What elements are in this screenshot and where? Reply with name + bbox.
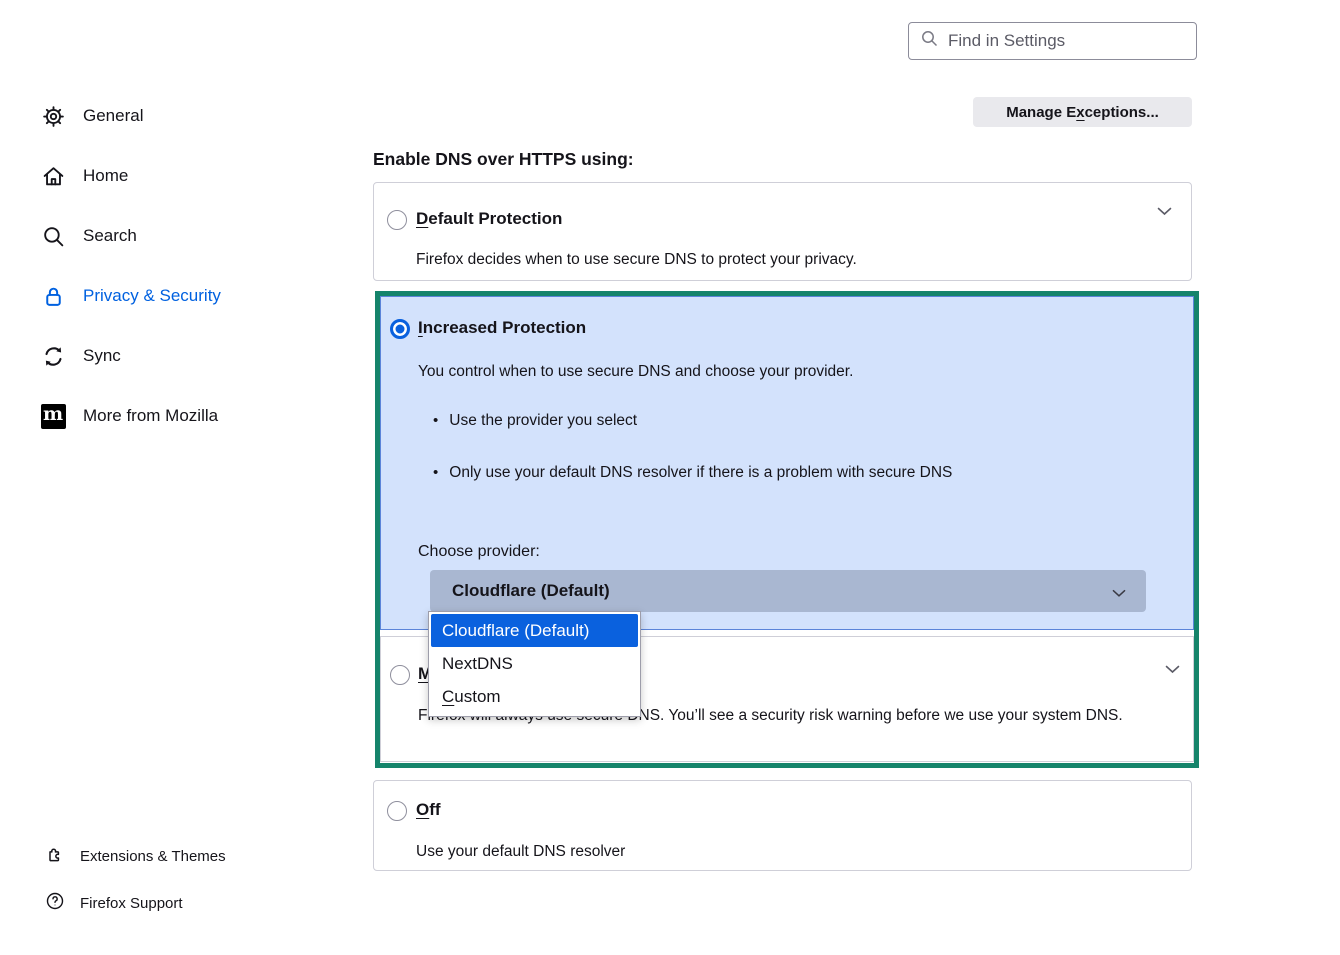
sidebar-item-privacy-security[interactable]: Privacy & Security [40,280,221,312]
radio-increased-protection[interactable] [390,319,410,339]
dropdown-option-cloudflare[interactable]: Cloudflare (Default) [431,614,638,647]
radio-max-protection[interactable] [390,665,410,685]
sidebar-label-search: Search [83,226,137,246]
puzzle-icon [45,844,65,868]
search-icon [40,223,66,249]
dropdown-option-custom[interactable]: Custom [431,680,638,713]
label-off: Off [416,800,441,820]
sync-icon [40,343,66,369]
mozilla-logo-icon: m [40,403,66,429]
sidebar-item-home[interactable]: Home [40,160,128,192]
label-increased-protection: Increased Protection [418,318,586,338]
sidebar-label-home: Home [83,166,128,186]
find-in-settings-searchbox[interactable]: Find in Settings [908,22,1197,60]
provider-select[interactable]: Cloudflare (Default) [430,570,1146,612]
dns-over-https-heading: Enable DNS over HTTPS using: [373,149,634,170]
desc-off: Use your default DNS resolver [416,839,625,864]
label-default-protection: Default Protection [416,209,562,229]
sidebar-item-sync[interactable]: Sync [40,340,121,372]
dns-option-default-protection[interactable]: Default Protection Firefox decides when … [373,182,1192,281]
provider-select-value: Cloudflare (Default) [452,581,610,601]
dropdown-option-nextdns[interactable]: NextDNS [431,647,638,680]
bullet-default-resolver-fallback: • Only use your default DNS resolver if … [433,464,952,482]
footer-label-extensions-themes: Extensions & Themes [80,848,226,865]
dns-option-off[interactable]: Off Use your default DNS resolver [373,780,1192,871]
radio-off[interactable] [387,801,407,821]
question-circle-icon [45,891,65,915]
provider-dropdown-popup: Cloudflare (Default) NextDNS Custom [428,611,641,717]
search-placeholder: Find in Settings [948,31,1065,51]
search-icon [921,30,938,52]
sidebar-label-sync: Sync [83,346,121,366]
sidebar-label-more-from-mozilla: More from Mozilla [83,406,218,426]
sidebar-item-general[interactable]: General [40,100,143,132]
sidebar-item-more-from-mozilla[interactable]: m More from Mozilla [40,400,218,432]
chevron-down-icon [1165,661,1180,679]
bullet-use-provider: • Use the provider you select [433,412,637,430]
sidebar-item-extensions-themes[interactable]: Extensions & Themes [45,844,226,868]
desc-default-protection: Firefox decides when to use secure DNS t… [416,247,857,272]
desc-increased-protection: You control when to use secure DNS and c… [418,359,853,384]
gear-icon [40,103,66,129]
lock-icon [40,283,66,309]
manage-exceptions-button[interactable]: Manage Exceptions... [973,97,1192,127]
radio-default-protection[interactable] [387,210,407,230]
sidebar-item-firefox-support[interactable]: Firefox Support [45,891,183,915]
home-icon [40,163,66,189]
footer-label-firefox-support: Firefox Support [80,895,183,912]
chevron-down-icon [1157,203,1172,221]
sidebar-label-privacy-security: Privacy & Security [83,286,221,306]
choose-provider-label: Choose provider: [418,539,540,564]
sidebar-item-search[interactable]: Search [40,220,137,252]
firefox-settings-page: Find in Settings Manage Exceptions... Ge… [0,0,1340,955]
chevron-down-icon [1112,583,1126,603]
sidebar-label-general: General [83,106,143,126]
